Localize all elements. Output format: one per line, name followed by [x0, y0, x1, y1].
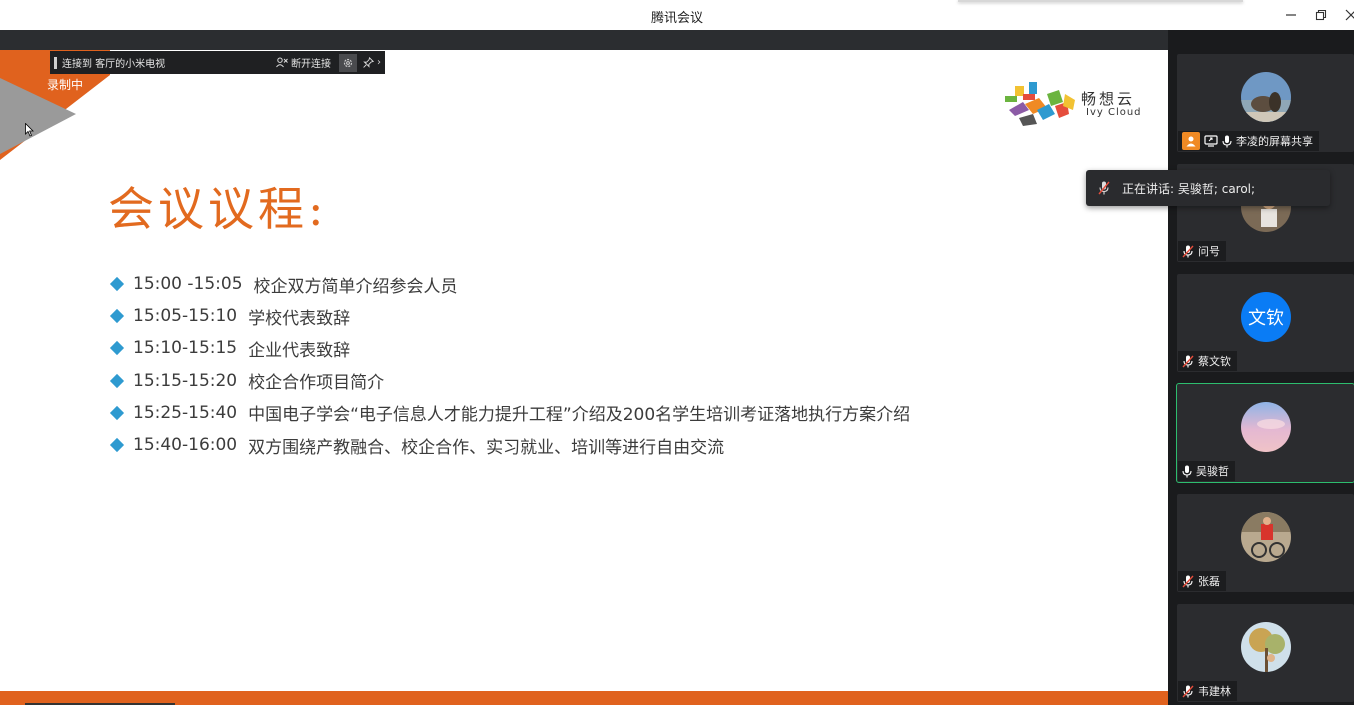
agenda-time: 15:00 -15:05: [133, 274, 243, 295]
drag-handle[interactable]: [54, 56, 57, 69]
participant-tile[interactable]: 韦建林: [1177, 604, 1354, 702]
participant-name: 蔡文钦: [1198, 355, 1231, 368]
agenda-time: 15:40-16:00: [133, 435, 238, 456]
screen-cast-bar: 连接到 客厅的小米电视 断开连接 ›: [50, 51, 385, 74]
participants-panel: 李凌的屏幕共享 问号 文钦 蔡文钦 吴骏哲 张磊 韦建林: [1168, 30, 1354, 705]
screen-share-icon: [1204, 135, 1218, 147]
agenda-item: 15:10-15:15 企业代表致辞: [109, 332, 910, 364]
agenda-text: 中国电子学会“电子信息人才能力提升工程”介绍及200名学生培训考证落地执行方案介…: [248, 405, 911, 426]
title-bar: 腾讯会议: [0, 0, 1354, 30]
agenda-time: 15:25-15:40: [133, 402, 238, 423]
avatar: [1241, 512, 1291, 562]
recording-label: 录制中: [47, 78, 84, 92]
agenda-time: 15:10-15:15: [133, 338, 238, 359]
participant-name-tag: 吴骏哲: [1178, 461, 1235, 481]
window-title: 腾讯会议: [650, 11, 703, 26]
agenda-time: 15:05-15:10: [133, 306, 238, 327]
mouse-cursor-icon: [25, 123, 34, 137]
connection-text: 连接到 客厅的小米电视: [62, 59, 166, 70]
agenda-time: 15:15-15:20: [133, 370, 238, 391]
agenda-item: 15:25-15:40 中国电子学会“电子信息人才能力提升工程”介绍及200名学…: [109, 397, 911, 429]
agenda-title: 会议议程:: [108, 182, 328, 236]
microphone-muted-icon: [1086, 181, 1122, 195]
chevron-right-icon[interactable]: ›: [377, 57, 385, 68]
agenda-item: 15:00 -15:05 校企双方简单介绍参会人员: [109, 268, 910, 300]
participant-name-tag: 问号: [1178, 241, 1226, 261]
agenda-list: 15:00 -15:05 校企双方简单介绍参会人员 15:05-15:10 学校…: [109, 268, 911, 461]
pin-button[interactable]: [361, 55, 375, 71]
shared-screen: 录制中 连接到 客厅的小米电视 断开连接 › 畅想云 Ivy Cloud 会议议…: [0, 50, 1168, 705]
participant-name: 问号: [1198, 245, 1220, 258]
popup-edge: [958, 0, 1243, 2]
participant-name-tag: 李凌的屏幕共享: [1178, 131, 1319, 151]
participant-tile[interactable]: 张磊: [1177, 494, 1354, 592]
participant-name-tag: 蔡文钦: [1178, 351, 1237, 371]
agenda-text: 双方围绕产教融合、校企合作、实习就业、培训等进行自由交流: [248, 437, 725, 458]
settings-button[interactable]: [339, 53, 357, 72]
participant-name-tag: 韦建林: [1178, 681, 1237, 701]
avatar: [1241, 622, 1291, 672]
microphone-icon: [1222, 135, 1232, 147]
host-icon: [1182, 132, 1200, 150]
minimize-icon[interactable]: [1280, 4, 1302, 26]
participant-tile[interactable]: 李凌的屏幕共享: [1177, 54, 1354, 152]
agenda-item: 15:05-15:10 学校代表致辞: [109, 300, 910, 332]
avatar: [1241, 402, 1291, 452]
agenda-text: 学校代表致辞: [248, 308, 351, 329]
restore-icon[interactable]: [1310, 4, 1332, 26]
speaking-indicator: 正在讲话: 吴骏哲; carol;: [1086, 170, 1330, 206]
toolbar-band: [0, 30, 1168, 50]
close-icon[interactable]: [1340, 4, 1354, 26]
microphone-muted-icon: [1182, 685, 1194, 697]
participant-tile[interactable]: 文钦 蔡文钦: [1177, 274, 1354, 372]
diamond-bullet-icon: [109, 373, 125, 388]
diamond-bullet-icon: [109, 341, 125, 356]
participant-name: 张磊: [1198, 575, 1220, 588]
agenda-text: 校企双方简单介绍参会人员: [253, 276, 458, 297]
disconnect-button[interactable]: 断开连接: [276, 55, 331, 70]
participant-name: 吴骏哲: [1196, 465, 1229, 478]
microphone-icon: [1182, 465, 1192, 477]
agenda-text: 企业代表致辞: [248, 340, 351, 361]
participant-name-tag: 张磊: [1178, 571, 1226, 591]
avatar: [1241, 72, 1291, 122]
participant-name: 韦建林: [1198, 685, 1231, 698]
slide-footer-bar: [0, 691, 1168, 705]
avatar: 文钦: [1241, 292, 1291, 342]
diamond-bullet-icon: [109, 405, 125, 420]
diamond-bullet-icon: [109, 309, 125, 324]
gear-icon: [343, 58, 353, 67]
diamond-bullet-icon: [109, 277, 125, 292]
agenda-item: 15:15-15:20 校企合作项目简介: [109, 365, 910, 397]
microphone-muted-icon: [1182, 355, 1194, 367]
logo-text-cn: 畅想云: [1081, 90, 1136, 108]
microphone-muted-icon: [1182, 575, 1194, 587]
agenda-item: 15:40-16:00 双方围绕产教融合、校企合作、实习就业、培训等进行自由交流: [109, 429, 910, 461]
disconnect-icon: [276, 57, 288, 68]
agenda-text: 校企合作项目简介: [248, 373, 385, 394]
logo-text-en: Ivy Cloud: [1086, 107, 1142, 118]
speaking-text: 正在讲话: 吴骏哲; carol;: [1122, 181, 1256, 196]
pin-icon: [362, 57, 374, 68]
ivy-cloud-logo-icon: [1005, 82, 1075, 126]
microphone-muted-icon: [1182, 245, 1194, 257]
participant-tile-active-speaker[interactable]: 吴骏哲: [1176, 383, 1354, 483]
diamond-bullet-icon: [109, 437, 125, 453]
disconnect-label: 断开连接: [291, 59, 331, 70]
participant-name: 李凌的屏幕共享: [1236, 135, 1313, 148]
